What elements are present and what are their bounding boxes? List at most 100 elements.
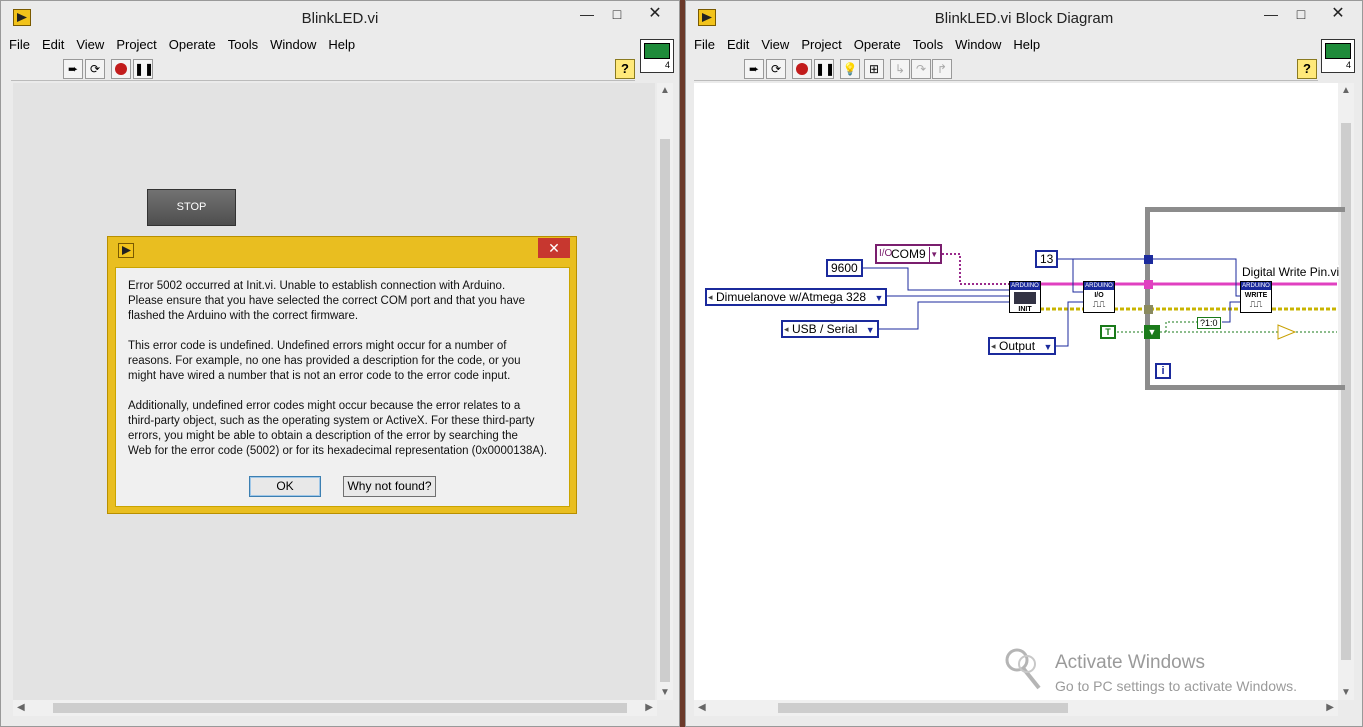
vi-icon-number: 4 [1345, 60, 1351, 70]
set-pin-mode-subvi[interactable]: ARDUINO I/O ⎍⎍ [1083, 281, 1115, 313]
subvi-header: ARDUINO [1010, 282, 1040, 290]
scroll-down-icon[interactable]: ▼ [1341, 687, 1351, 698]
pin-tunnel [1144, 255, 1153, 264]
scroll-left-icon[interactable]: ◀ [698, 702, 706, 713]
vertical-scrollbar[interactable]: ▲ ▼ [657, 83, 673, 700]
pin-mode-value: Output [999, 339, 1036, 353]
dropdown-icon[interactable]: ▼ [875, 291, 884, 305]
iteration-terminal[interactable]: i [1155, 363, 1171, 379]
help-icon[interactable]: ? [1297, 59, 1317, 79]
menu-file[interactable]: File [694, 37, 715, 52]
baud-rate-constant[interactable]: 9600 [826, 259, 863, 277]
watermark-title: Activate Windows [1055, 652, 1205, 673]
scroll-thumb[interactable] [660, 139, 670, 682]
connection-type-value: USB / Serial [792, 322, 858, 336]
maximize-button[interactable]: □ [1286, 1, 1316, 27]
step-out-icon[interactable]: ↱ [932, 59, 952, 79]
error-message-2: This error code is undefined. Undefined … [128, 340, 521, 382]
while-loop[interactable] [1145, 207, 1345, 390]
menu-operate[interactable]: Operate [854, 37, 901, 52]
dialog-body: Error 5002 occurred at Init.vi. Unable t… [115, 267, 570, 507]
run-icon[interactable]: ➨ [744, 59, 764, 79]
pin-number-constant[interactable]: 13 [1035, 250, 1059, 268]
subvi-header: ARDUINO [1084, 282, 1114, 290]
menu-view[interactable]: View [761, 37, 789, 52]
stop-button[interactable]: STOP [147, 189, 236, 226]
abort-icon[interactable] [111, 59, 131, 79]
scroll-thumb-h[interactable] [53, 703, 627, 713]
error-dialog: ✕ Error 5002 occurred at Init.vi. Unable… [107, 236, 577, 514]
minimize-button[interactable]: — [1256, 1, 1286, 27]
scroll-down-icon[interactable]: ▼ [660, 687, 670, 698]
vi-connector-icon[interactable]: 4 [1321, 39, 1355, 73]
maximize-button[interactable]: □ [602, 1, 632, 27]
title-bar[interactable]: BlinkLED.vi — □ ✕ [1, 1, 679, 35]
scroll-left-icon[interactable]: ◀ [17, 702, 25, 713]
abort-icon[interactable] [792, 59, 812, 79]
scroll-up-icon[interactable]: ▲ [1341, 85, 1351, 96]
board-type-constant[interactable]: Dimuelanove w/Atmega 328 ▼ [705, 288, 888, 306]
vi-icon-number: 4 [664, 60, 670, 70]
activation-key-icon [1005, 648, 1041, 690]
minimize-button[interactable]: — [572, 1, 602, 27]
dropdown-icon[interactable]: ▼ [1043, 340, 1052, 354]
dropdown-icon[interactable]: ▼ [928, 247, 939, 262]
error-message-1: Error 5002 occurred at Init.vi. Unable t… [128, 280, 525, 322]
toolbar: ➨ ⟳ ❚❚ ? [11, 57, 635, 81]
board-type-value: Dimuelanove w/Atmega 328 [716, 290, 867, 304]
highlight-execution-icon[interactable]: 💡 [840, 59, 860, 79]
connection-type-constant[interactable]: USB / Serial ▼ [781, 320, 879, 338]
shift-register-icon[interactable]: ▼ [1144, 325, 1160, 339]
menu-edit[interactable]: Edit [727, 37, 749, 52]
com-port-value: COM9 [891, 247, 926, 261]
why-not-found-button[interactable]: Why not found? [343, 476, 436, 497]
com-port-constant[interactable]: I/O COM9 ▼ [875, 244, 942, 264]
step-over-icon[interactable]: ↷ [911, 59, 931, 79]
menu-project[interactable]: Project [801, 37, 841, 52]
title-bar[interactable]: BlinkLED.vi Block Diagram — □ ✕ [686, 1, 1362, 35]
close-button[interactable]: ✕ [635, 1, 675, 27]
help-icon[interactable]: ? [615, 59, 635, 79]
block-diagram-canvas[interactable] [694, 83, 1338, 700]
dropdown-icon[interactable]: ▼ [866, 323, 875, 337]
menu-operate[interactable]: Operate [169, 37, 216, 52]
run-continuously-icon[interactable]: ⟳ [766, 59, 786, 79]
retain-wire-values-icon[interactable]: ⊞ [864, 59, 884, 79]
bool-to-number-function[interactable]: ?1:0 [1197, 317, 1221, 329]
pause-icon[interactable]: ❚❚ [814, 59, 835, 79]
menu-help[interactable]: Help [1013, 37, 1040, 52]
menu-edit[interactable]: Edit [42, 37, 64, 52]
menu-bar: File Edit View Project Operate Tools Window Hel… [9, 37, 367, 55]
dialog-close-button[interactable]: ✕ [538, 238, 570, 258]
menu-file[interactable]: File [9, 37, 30, 52]
init-subvi[interactable]: ARDUINO INIT [1009, 281, 1041, 313]
horizontal-scrollbar[interactable]: ◀ ▶ [13, 700, 657, 716]
init-label: INIT [1018, 306, 1032, 313]
menu-tools[interactable]: Tools [913, 37, 943, 52]
visa-tunnel [1144, 280, 1153, 289]
ok-button[interactable]: OK [249, 476, 321, 497]
scroll-thumb-h[interactable] [778, 703, 1068, 713]
labview-app-icon [118, 243, 134, 258]
scroll-right-icon[interactable]: ▶ [645, 702, 653, 713]
vertical-scrollbar[interactable]: ▲ ▼ [1338, 83, 1354, 700]
menu-window[interactable]: Window [270, 37, 316, 52]
pin-mode-constant[interactable]: Output ▼ [988, 337, 1057, 355]
scroll-right-icon[interactable]: ▶ [1326, 702, 1334, 713]
menu-project[interactable]: Project [116, 37, 156, 52]
step-into-icon[interactable]: ↳ [890, 59, 910, 79]
pause-icon[interactable]: ❚❚ [133, 59, 154, 79]
menu-tools[interactable]: Tools [228, 37, 258, 52]
run-icon[interactable]: ➨ [63, 59, 83, 79]
watermark-subtitle: Go to PC settings to activate Windows. [1055, 678, 1297, 694]
scroll-thumb[interactable] [1341, 123, 1351, 660]
run-continuously-icon[interactable]: ⟳ [85, 59, 105, 79]
menu-window[interactable]: Window [955, 37, 1001, 52]
vi-connector-icon[interactable]: 4 [640, 39, 674, 73]
true-constant[interactable]: T [1100, 325, 1116, 339]
close-button[interactable]: ✕ [1318, 1, 1358, 27]
menu-help[interactable]: Help [328, 37, 355, 52]
menu-view[interactable]: View [76, 37, 104, 52]
scroll-up-icon[interactable]: ▲ [660, 85, 670, 96]
horizontal-scrollbar[interactable]: ◀ ▶ [694, 700, 1338, 716]
